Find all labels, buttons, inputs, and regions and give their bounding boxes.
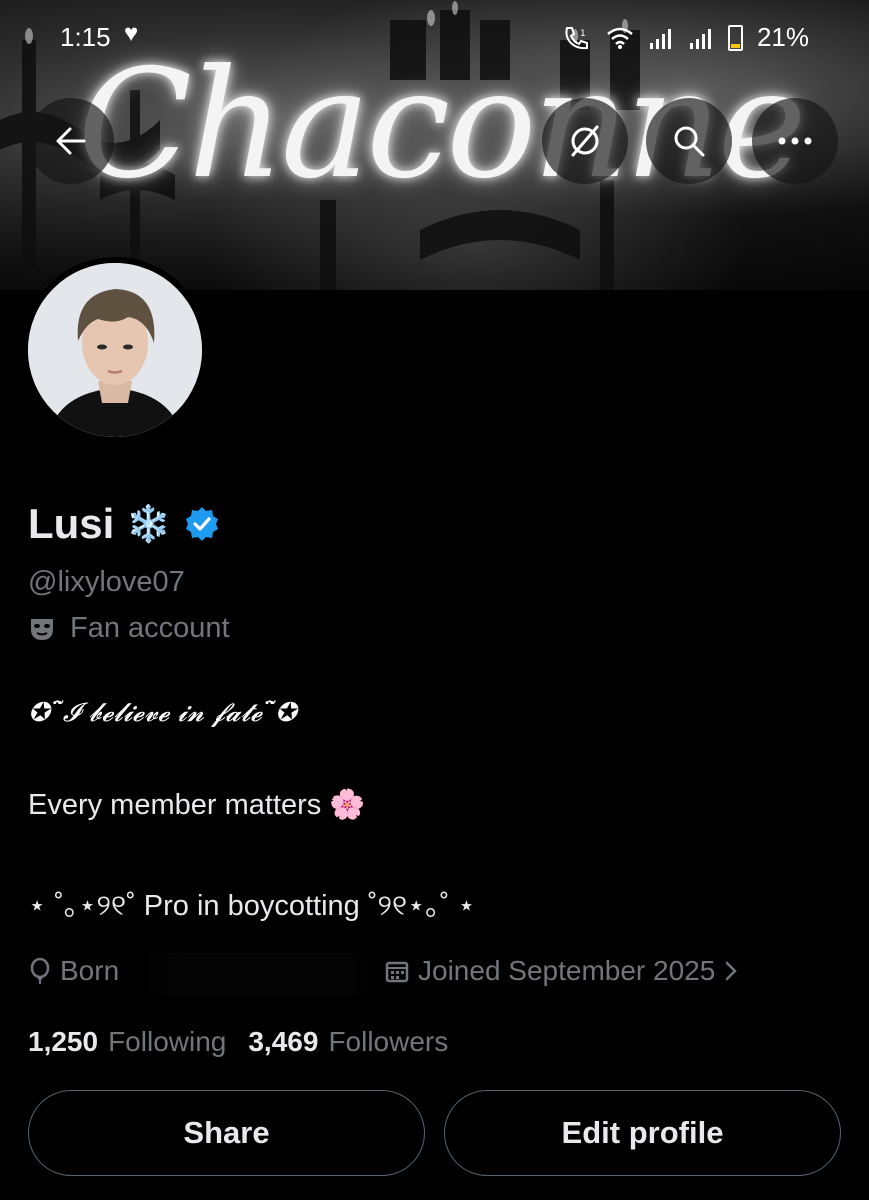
grok-button[interactable] [542,98,628,184]
more-icon [778,137,812,145]
more-button[interactable] [752,98,838,184]
share-button[interactable]: Share [28,1090,425,1176]
profile-meta: Born Joined September 2025 [28,953,868,995]
bio-line-1: ✪˜̈𝓘 𝓫𝓮𝓵𝓲𝓮𝓿𝓮 𝓲𝓷 𝓯𝓪𝓽𝓮˜̈✪ [28,698,297,728]
born-label: Born [60,955,120,986]
followers-count[interactable]: 3,469 [248,1026,318,1058]
snowflake-emoji: ❄️ [126,503,172,544]
chevron-right-icon [726,961,738,981]
status-time: 1:15 [60,22,111,52]
redacted-birthdate [136,953,376,995]
back-arrow-icon [56,127,86,155]
following-count[interactable]: 1,250 [28,1026,98,1058]
account-label: Fan account [28,612,230,645]
account-label-text: Fan account [70,612,230,644]
back-button[interactable] [28,98,114,184]
joined-date: Joined September 2025 [418,955,716,986]
mask-icon [31,618,53,640]
following-label[interactable]: Following [108,1026,226,1058]
svg-text:1: 1 [580,29,586,39]
edit-profile-button[interactable]: Edit profile [444,1090,841,1176]
signal-icon-2 [689,28,711,49]
handle: @lixylove07 [28,566,185,598]
search-icon [674,126,705,157]
display-name: Lusi [28,500,115,547]
verified-badge-icon[interactable] [183,505,221,543]
balloon-icon [30,957,50,984]
avatar[interactable] [22,257,208,443]
battery-percent: 21% [756,22,809,52]
bio-line-2: Every member matters 🌸 [28,789,366,821]
calendar-icon [385,961,409,983]
avatar-image [28,263,202,437]
search-button[interactable] [646,98,732,184]
followers-label[interactable]: Followers [328,1026,448,1058]
wifi-icon [607,27,633,49]
born-item: Born [28,955,119,987]
battery-icon [727,24,743,51]
avatar-portrait [28,263,202,437]
heart-icon: ♥ [124,20,139,47]
status-bar: 1:15 ♥ 1 21% [0,0,869,70]
joined-item[interactable]: Joined September 2025 [384,955,739,987]
call-icon: 1 [565,26,588,49]
bio-line-3: ⋆ ˚｡⋆୨୧˚ Pro in boycotting ˚୨୧⋆｡˚ ⋆ [28,890,476,922]
status-icons: 1 21% [562,22,809,53]
grok-icon [571,125,599,157]
name-row: Lusi ❄️ [28,500,221,548]
follow-stats: 1,250 Following 3,469 Followers [28,1026,460,1058]
signal-icon [649,28,671,49]
